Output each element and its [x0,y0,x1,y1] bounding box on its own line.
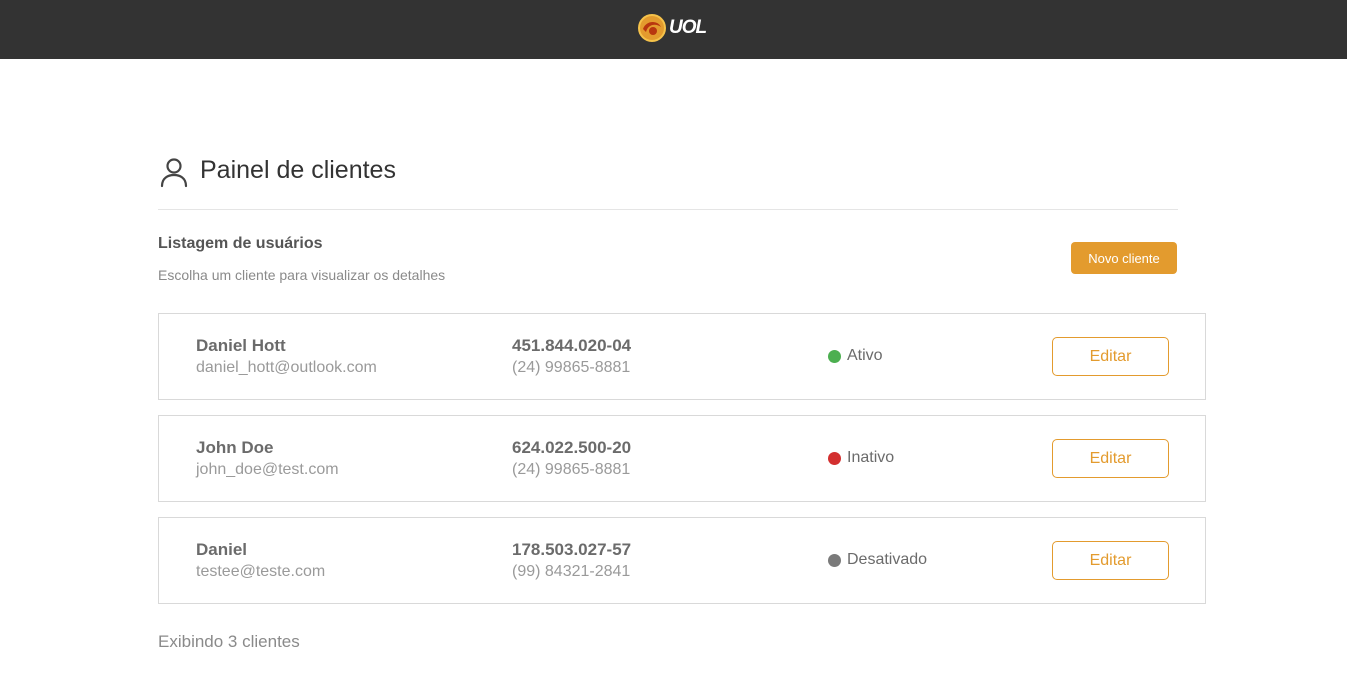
edit-button[interactable]: Editar [1052,439,1169,478]
new-client-button[interactable]: Novo cliente [1071,242,1177,274]
client-name: Daniel [196,540,248,559]
client-email: daniel_hott@outlook.com [196,359,377,376]
user-icon [160,158,188,188]
client-cpf: 178.503.027-57 [512,540,632,559]
client-name: Daniel Hott [196,336,286,355]
client-card[interactable]: Daniel Hott daniel_hott@outlook.com 451.… [158,313,1206,400]
client-phone: (99) 84321-2841 [512,563,631,580]
client-phone: (24) 99865-8881 [512,461,631,478]
page-title: Painel de clientes [200,156,396,184]
page-header: Painel de clientes [158,150,1178,210]
client-cpf: 624.022.500-20 [512,438,632,457]
client-email: testee@teste.com [196,563,326,580]
uol-logo-icon [638,14,666,42]
status-dot-icon [828,451,841,465]
client-email: john_doe@test.com [196,461,339,478]
list-title: Listagem de usuários [158,235,323,252]
client-status: Ativo [828,347,883,365]
client-card[interactable]: Daniel testee@teste.com 178.503.027-57 (… [158,517,1206,604]
client-card[interactable]: John Doe john_doe@test.com 624.022.500-2… [158,415,1206,502]
status-dot-icon [828,349,841,363]
edit-button[interactable]: Editar [1052,337,1169,376]
uol-logo[interactable]: UOL [638,12,707,44]
status-label: Ativo [847,347,883,364]
client-phone: (24) 99865-8881 [512,359,631,376]
status-dot-icon [828,553,841,567]
status-label: Inativo [847,449,895,466]
top-bar: UOL [0,0,1347,59]
client-status: Inativo [828,449,894,467]
client-cpf: 451.844.020-04 [512,336,632,355]
list-subtitle: Escolha um cliente para visualizar os de… [158,267,446,283]
client-name: John Doe [196,438,274,457]
client-count: Exibindo 3 clientes [158,632,300,651]
status-label: Desativado [847,551,928,568]
edit-button[interactable]: Editar [1052,541,1169,580]
brand-name: UOL [669,17,707,38]
client-status: Desativado [828,551,927,569]
